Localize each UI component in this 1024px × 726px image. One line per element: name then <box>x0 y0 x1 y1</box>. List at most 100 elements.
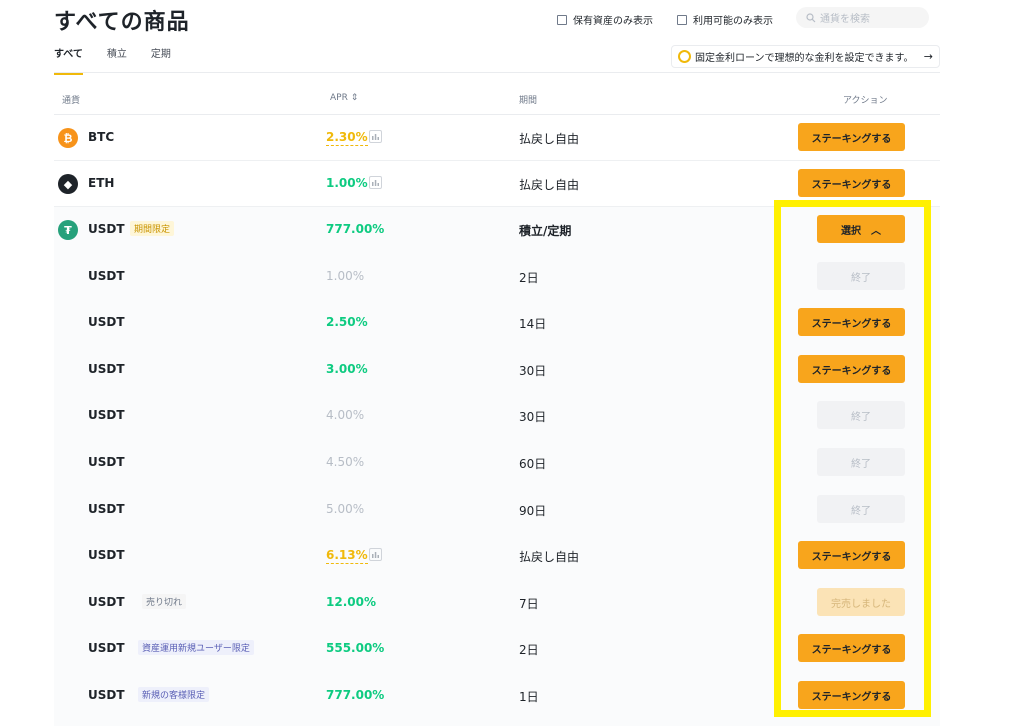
coin-name: USDT <box>88 269 125 283</box>
eth-icon: ◆ <box>58 174 78 194</box>
product-tabs: すべて 積立 定期 <box>54 45 171 75</box>
coin-name: BTC <box>88 130 115 144</box>
loan-icon <box>678 50 691 63</box>
coin-name: ETH <box>88 176 115 190</box>
checkbox-box[interactable] <box>557 14 567 25</box>
coin-name: USDT <box>88 688 125 702</box>
period-value: 払戻し自由 <box>519 132 580 146</box>
apr-value: 777.00% <box>326 688 385 702</box>
apr-value: 2.30% <box>326 130 368 146</box>
stake-button[interactable]: ステーキングする <box>798 541 905 569</box>
ended-button: 終了 <box>817 401 905 429</box>
list-item: USDT 4.00% 30日 終了 <box>54 393 940 439</box>
stake-button[interactable]: ステーキングする <box>798 355 905 383</box>
coin-name: USDT <box>88 455 125 469</box>
tabs-divider <box>54 72 940 73</box>
stake-button[interactable]: ステーキングする <box>798 634 905 662</box>
period-value: 払戻し自由 <box>519 178 580 192</box>
tab-flexible[interactable]: 積立 <box>107 45 127 66</box>
tab-locked[interactable]: 定期 <box>151 45 171 66</box>
apr-value: 1.00% <box>326 269 365 283</box>
stake-button[interactable]: ステーキングする <box>798 169 905 197</box>
list-item: USDT 6.13% 払戻し自由 ステーキングする <box>54 533 940 579</box>
sold-out-button: 完売しました <box>817 588 905 616</box>
limited-time-badge: 期間限定 <box>130 221 175 236</box>
period-value: 14日 <box>519 317 547 331</box>
period-value: 30日 <box>519 364 547 378</box>
stake-button[interactable]: ステーキングする <box>798 681 905 709</box>
coin-name: USDT <box>88 222 125 236</box>
list-item: USDT 売り切れ 12.00% 7日 完売しました <box>54 580 940 626</box>
apr-value: 2.50% <box>326 315 368 329</box>
ended-button: 終了 <box>817 495 905 523</box>
list-item: USDT 新規の客様限定 777.00% 1日 ステーキングする <box>54 673 940 719</box>
period-value: 払戻し自由 <box>519 550 580 564</box>
period-value: 1日 <box>519 690 539 704</box>
header-action: アクション <box>843 96 888 106</box>
table-row: ₿ BTC 2.30% 払戻し自由 ステーキングする <box>54 115 940 161</box>
ended-button: 終了 <box>817 448 905 476</box>
coin-name: USDT <box>88 502 125 516</box>
select-label: 選択 <box>841 225 861 237</box>
search-input[interactable]: 通貨を検索 <box>796 7 929 28</box>
table-row-expanded: ₮ USDT 期間限定 777.00% 積立/定期 選択 ︿ <box>54 207 940 253</box>
header-apr[interactable]: APR ⇕ <box>330 93 358 103</box>
list-item: USDT 5.00% 90日 終了 <box>54 487 940 533</box>
select-button[interactable]: 選択 ︿ <box>817 215 905 243</box>
new-customer-badge: 新規の客様限定 <box>138 687 210 702</box>
header-period: 期間 <box>519 96 538 106</box>
table-row: ◆ ETH 1.00% 払戻し自由 ステーキングする <box>54 161 940 207</box>
sold-out-badge: 売り切れ <box>142 594 187 609</box>
promo-banner[interactable]: 固定金利ローンで理想的な金利を設定できます。 → <box>671 45 940 68</box>
stake-button[interactable]: ステーキングする <box>798 308 905 336</box>
apr-value: 4.50% <box>326 455 365 469</box>
calculator-icon[interactable] <box>369 130 382 143</box>
list-item: USDT 4.50% 60日 終了 <box>54 440 940 486</box>
period-value: 2日 <box>519 643 539 657</box>
list-item: USDT 2.50% 14日 ステーキングする <box>54 300 940 346</box>
period-value: 積立/定期 <box>519 224 572 238</box>
period-value: 90日 <box>519 504 547 518</box>
arrow-right-icon: → <box>923 50 933 63</box>
period-value: 60日 <box>519 457 547 471</box>
coin-name: USDT <box>88 362 125 376</box>
period-value: 2日 <box>519 271 539 285</box>
calculator-icon[interactable] <box>369 548 382 561</box>
page-title: すべての商品 <box>54 10 190 35</box>
new-user-badge: 資産運用新規ユーザー限定 <box>138 640 254 655</box>
header-currency: 通貨 <box>62 96 81 106</box>
promo-text: 固定金利ローンで理想的な金利を設定できます。 <box>695 53 914 64</box>
ended-button: 終了 <box>817 262 905 290</box>
btc-icon: ₿ <box>58 128 78 148</box>
apr-value: 5.00% <box>326 502 365 516</box>
apr-value: 4.00% <box>326 408 365 422</box>
list-item: USDT 1.00% 2日 終了 <box>54 254 940 300</box>
list-item: USDT 資産運用新規ユーザー限定 555.00% 2日 ステーキングする <box>54 626 940 672</box>
coin-name: USDT <box>88 641 125 655</box>
apr-value: 777.00% <box>326 222 385 236</box>
apr-value: 1.00% <box>326 176 368 190</box>
stake-button[interactable]: ステーキングする <box>798 123 905 151</box>
coin-name: USDT <box>88 315 125 329</box>
tab-all[interactable]: すべて <box>54 45 83 75</box>
apr-value: 12.00% <box>326 595 376 609</box>
coin-name: USDT <box>88 408 125 422</box>
search-placeholder: 通貨を検索 <box>820 14 870 25</box>
apr-value: 6.13% <box>326 548 368 564</box>
available-only-label: 利用可能のみ表示 <box>693 16 773 27</box>
coin-name: USDT <box>88 548 125 562</box>
apr-value: 555.00% <box>326 641 385 655</box>
checkbox-box[interactable] <box>677 14 687 25</box>
period-value: 30日 <box>519 410 547 424</box>
holdings-only-label: 保有資産のみ表示 <box>573 16 653 27</box>
usdt-icon: ₮ <box>58 220 78 240</box>
period-value: 7日 <box>519 597 539 611</box>
search-icon <box>806 12 816 22</box>
calculator-icon[interactable] <box>369 176 382 189</box>
apr-value: 3.00% <box>326 362 368 376</box>
list-item: USDT 3.00% 30日 ステーキングする <box>54 347 940 393</box>
chevron-up-icon: ︿ <box>871 225 881 237</box>
coin-name: USDT <box>88 595 125 609</box>
holdings-only-checkbox[interactable]: 保有資産のみ表示 <box>557 12 653 27</box>
available-only-checkbox[interactable]: 利用可能のみ表示 <box>677 12 773 27</box>
